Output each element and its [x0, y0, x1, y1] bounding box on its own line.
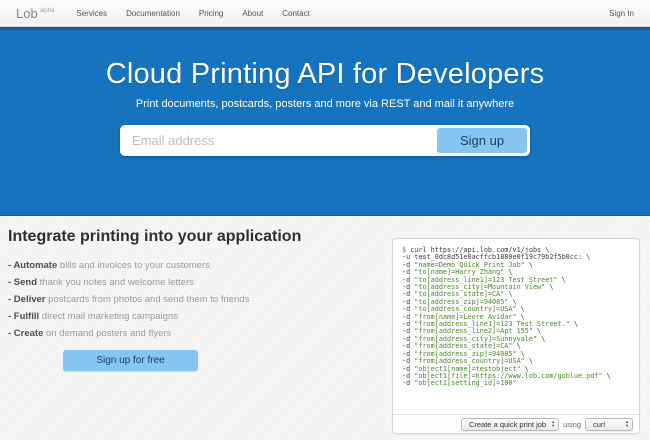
language-select-value: curl [593, 420, 605, 429]
feature-item: - Create on demand posters and flyers [8, 329, 383, 339]
select-arrows-icon: ▲▼ [551, 420, 555, 427]
language-select[interactable]: curl ▲▼ [585, 418, 633, 431]
curl-code-block: $ curl https://api.lob.com/v1/jobs \-u t… [393, 239, 639, 414]
feature-item: - Fulfill direct mail marketing campaign… [8, 312, 383, 322]
nav-item-contact[interactable]: Contact [282, 9, 310, 18]
hero-subtitle: Print documents, postcards, posters and … [0, 98, 650, 110]
code-panel-footer: Create a quick print job ▲▼ using curl ▲… [393, 414, 639, 433]
select-arrows-icon: ▲▼ [625, 420, 629, 427]
signup-button[interactable]: Sign up [437, 128, 527, 153]
signup-free-button[interactable]: Sign up for free [63, 350, 198, 371]
hero-section: Cloud Printing API for Developers Print … [0, 27, 650, 216]
nav-item-pricing[interactable]: Pricing [199, 9, 223, 18]
content-section: Integrate printing into your application… [0, 217, 650, 440]
code-line: -d "object1[setting_id]=100" [402, 380, 635, 387]
example-select-value: Create a quick print job [469, 420, 546, 429]
email-input[interactable] [123, 128, 434, 153]
feature-item: - Send thank you notes and welcome lette… [8, 278, 383, 288]
feature-item: - Automate bills and invoices to your cu… [8, 261, 383, 271]
signup-form: Sign up [120, 125, 530, 156]
feature-item: - Deliver postcards from photos and send… [8, 295, 383, 305]
nav-item-services[interactable]: Services [76, 9, 107, 18]
example-select[interactable]: Create a quick print job ▲▼ [461, 418, 559, 431]
nav-item-documentation[interactable]: Documentation [126, 9, 180, 18]
hero-title: Cloud Printing API for Developers [0, 58, 650, 91]
navbar: Lobalpha Services Documentation Pricing Abo… [0, 0, 650, 27]
nav-links: Services Documentation Pricing About Contact [76, 9, 309, 18]
nav-item-about[interactable]: About [242, 9, 263, 18]
logo-text: Lob [16, 6, 38, 21]
features-column: Integrate printing into your application… [8, 217, 383, 371]
features-heading: Integrate printing into your application [8, 228, 383, 246]
sign-in-link[interactable]: Sign In [609, 9, 634, 18]
code-example-panel: $ curl https://api.lob.com/v1/jobs \-u t… [392, 238, 640, 434]
features-list: - Automate bills and invoices to your cu… [8, 261, 383, 339]
logo[interactable]: Lobalpha [16, 6, 54, 21]
using-label: using [563, 420, 581, 429]
logo-alpha-badge: alpha [40, 8, 55, 14]
page: Lobalpha Services Documentation Pricing Abo… [0, 0, 650, 440]
